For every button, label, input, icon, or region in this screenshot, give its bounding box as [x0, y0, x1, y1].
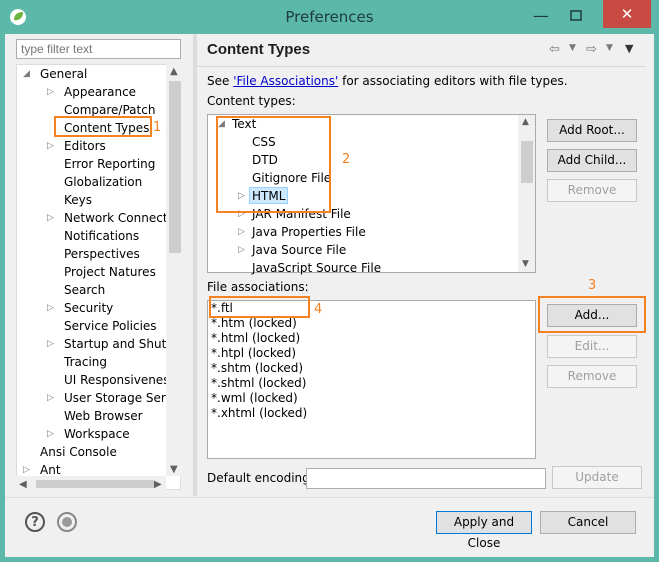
forward-arrow-icon[interactable]: ⇨ [586, 42, 597, 57]
annotation-box-3 [538, 296, 646, 333]
tree-item-label: Keys [64, 193, 93, 207]
tree-item-label: Startup and Shutdown [64, 337, 180, 351]
back-dropdown-icon[interactable]: ▼ [569, 43, 576, 53]
file-association-item[interactable]: *.shtm (locked) [211, 361, 303, 375]
close-button[interactable]: ✕ [603, 0, 651, 28]
remove-content-type-button[interactable]: Remove [547, 179, 637, 202]
file-association-item[interactable]: *.shtml (locked) [211, 376, 306, 390]
scroll-down-arrow-icon[interactable]: ▼ [170, 464, 178, 475]
tree-item-label: Security [64, 301, 114, 315]
content-type-item[interactable]: JavaScript Source File [252, 259, 381, 277]
tree-item-label: UI Responsiveness M [64, 373, 181, 387]
scroll-right-arrow-icon[interactable]: ▶ [154, 479, 162, 490]
scroll-up-arrow-icon[interactable]: ▲ [170, 66, 178, 77]
divider [5, 497, 654, 498]
ct-scroll-down-icon[interactable]: ▼ [522, 259, 529, 269]
view-menu-icon[interactable]: ▼ [625, 42, 633, 55]
content-types-label: Content types: [207, 94, 296, 108]
page-title: Content Types [207, 41, 311, 58]
tree-item-label: Network Connection [64, 211, 181, 225]
minimize-button[interactable]: — [528, 6, 554, 26]
filter-input[interactable] [16, 39, 181, 59]
tree-item-label: Search [64, 283, 106, 297]
file-associations-label: File associations: [207, 280, 309, 294]
tree-item-label: Error Reporting [64, 157, 156, 171]
collapsed-twisty-icon[interactable]: ▷ [238, 223, 245, 241]
add-child-button[interactable]: Add Child... [547, 149, 637, 172]
tree-vertical-scroll-thumb[interactable] [169, 81, 181, 253]
annotation-number-4: 4 [314, 302, 323, 317]
expanded-twisty-icon[interactable]: ◢ [23, 65, 33, 83]
panel-divider[interactable] [193, 34, 197, 496]
content-type-item[interactable]: Java Source File [252, 241, 346, 259]
annotation-number-1: 1 [153, 120, 162, 135]
collapsed-twisty-icon[interactable]: ▷ [47, 425, 57, 443]
scroll-left-arrow-icon[interactable]: ◀ [19, 479, 27, 490]
note-prefix: See [207, 74, 234, 88]
collapsed-twisty-icon[interactable]: ▷ [47, 83, 57, 101]
tree-item-label: Web Browser [64, 409, 143, 423]
collapsed-twisty-icon[interactable]: ▷ [47, 209, 57, 227]
remove-association-button[interactable]: Remove [547, 365, 637, 388]
default-encoding-label: Default encoding: [207, 471, 314, 485]
edit-association-button[interactable]: Edit... [547, 335, 637, 358]
forward-dropdown-icon[interactable]: ▼ [606, 43, 613, 53]
tree-item-label: Editors [64, 139, 106, 153]
ct-scroll-up-icon[interactable]: ▲ [522, 117, 529, 127]
tree-item-label: Tracing [64, 355, 108, 369]
collapsed-twisty-icon[interactable]: ▷ [47, 389, 57, 407]
title-bar[interactable]: Preferences — ✕ [0, 0, 659, 34]
add-root-button[interactable]: Add Root... [547, 119, 637, 142]
tree-item-label: Project Natures [64, 265, 156, 279]
tree-item-label: Workspace [64, 427, 130, 441]
cancel-button[interactable]: Cancel [540, 511, 636, 534]
help-icon[interactable]: ? [25, 512, 45, 532]
collapsed-twisty-icon[interactable]: ▷ [47, 299, 57, 317]
maximize-button[interactable] [563, 6, 589, 26]
tree-item-label: Service Policies [64, 319, 157, 333]
annotation-number-3: 3 [588, 278, 597, 293]
tree-item-label: Appearance [64, 85, 137, 99]
tree-item-label: Perspectives [64, 247, 140, 261]
file-associations-note: See 'File Associations' for associating … [207, 74, 568, 88]
tree-item-label: General [40, 67, 88, 81]
tree-item-label: User Storage Service [64, 391, 181, 405]
annotation-box-4 [209, 296, 310, 318]
tree-horizontal-scroll-thumb[interactable] [36, 480, 154, 488]
file-association-item[interactable]: *.htpl (locked) [211, 346, 296, 360]
file-association-item[interactable]: *.xhtml (locked) [211, 406, 307, 420]
annotation-box-2 [216, 116, 331, 213]
file-association-item[interactable]: *.wml (locked) [211, 391, 298, 405]
file-associations-link[interactable]: 'File Associations' [233, 74, 338, 88]
content-type-item[interactable]: Java Properties File [252, 223, 366, 241]
collapsed-twisty-icon[interactable]: ▷ [47, 137, 57, 155]
back-arrow-icon[interactable]: ⇦ [549, 42, 560, 57]
default-encoding-input[interactable] [306, 468, 546, 489]
window-title: Preferences [285, 8, 374, 26]
content-types-scroll-thumb[interactable] [521, 141, 533, 183]
file-association-item[interactable]: *.html (locked) [211, 331, 300, 345]
note-suffix: for associating editors with file types. [338, 74, 568, 88]
content-types-scrollbar[interactable] [518, 115, 535, 272]
collapsed-twisty-icon[interactable]: ▷ [238, 241, 245, 259]
file-association-item[interactable]: *.htm (locked) [211, 316, 297, 330]
collapsed-twisty-icon[interactable]: ▷ [47, 335, 57, 353]
tree-item-label: Globalization [64, 175, 143, 189]
divider [197, 66, 646, 67]
import-export-icon[interactable] [57, 512, 77, 532]
tree-item-label: Notifications [64, 229, 140, 243]
update-button[interactable]: Update [552, 466, 642, 489]
tree-item-label: Ansi Console [40, 445, 117, 459]
maximize-icon [570, 10, 582, 21]
annotation-box-1 [54, 116, 152, 137]
annotation-number-2: 2 [342, 152, 351, 167]
apply-and-close-button[interactable]: Apply and Close [436, 511, 532, 550]
